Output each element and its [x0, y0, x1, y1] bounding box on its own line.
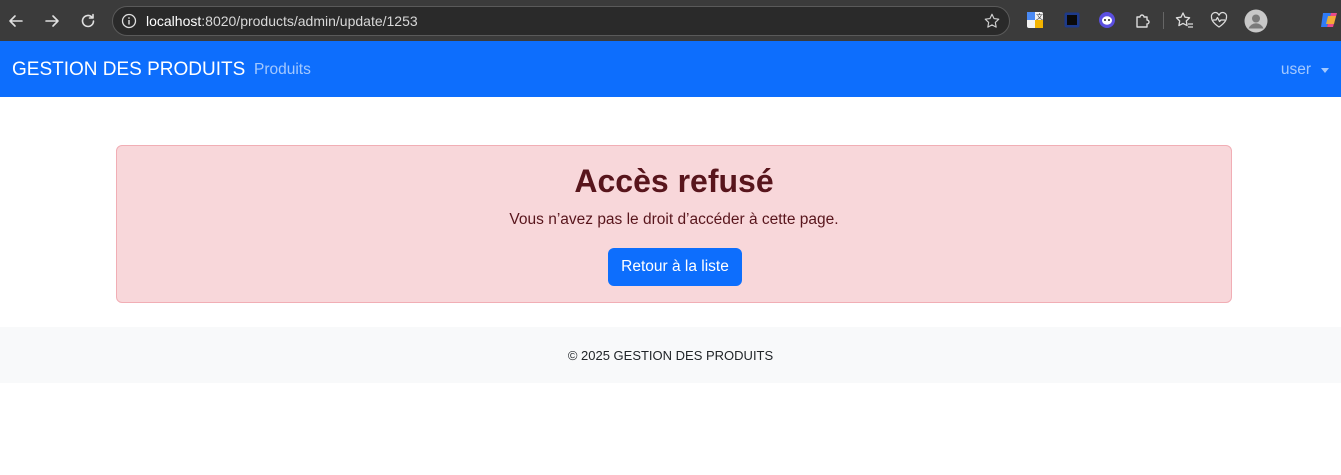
forward-icon[interactable] [39, 8, 65, 34]
caret-down-icon [1321, 67, 1329, 73]
app-navbar: GESTION DES PRODUITS Produits user [0, 41, 1341, 97]
ghost-extension-icon[interactable] [1097, 10, 1117, 30]
user-dropdown[interactable]: user [1281, 61, 1329, 79]
user-name: user [1280, 61, 1311, 78]
alert-title: Accès refusé [574, 163, 774, 199]
svg-text:文: 文 [1036, 12, 1043, 21]
reload-icon[interactable] [75, 8, 101, 34]
back-icon[interactable] [3, 8, 29, 34]
page-footer: © 2025 GESTION DES PRODUITS [0, 327, 1341, 383]
puzzle-extensions-icon[interactable] [1133, 10, 1153, 30]
square-extension-icon[interactable] [1062, 10, 1082, 30]
bookmark-star-icon[interactable] [983, 12, 1001, 30]
navbar-brand[interactable]: GESTION DES PRODUITS [12, 59, 245, 81]
access-denied-alert: Accès refusé Vous n’avez pas le droit d’… [116, 145, 1232, 303]
nav-link-products[interactable]: Produits [254, 61, 311, 79]
back-to-list-button[interactable]: Retour à la liste [608, 248, 742, 286]
browser-toolbar: localhost:8020/products/admin/update/125… [0, 0, 1341, 41]
url-text[interactable]: localhost:8020/products/admin/update/125… [146, 13, 418, 29]
alert-message: Vous n’avez pas le droit d’accéder à cet… [509, 211, 839, 228]
copilot-icon[interactable] [1318, 10, 1341, 30]
footer-copyright: © 2025 GESTION DES PRODUITS [567, 348, 774, 363]
info-icon[interactable] [121, 13, 137, 29]
translate-extension-icon[interactable]: 文 [1025, 10, 1045, 30]
health-icon[interactable] [1209, 10, 1229, 30]
favorites-icon[interactable] [1174, 10, 1194, 30]
profile-avatar-icon[interactable] [1244, 9, 1268, 33]
toolbar-separator [1163, 12, 1164, 29]
address-bar[interactable]: localhost:8020/products/admin/update/125… [112, 6, 1010, 36]
